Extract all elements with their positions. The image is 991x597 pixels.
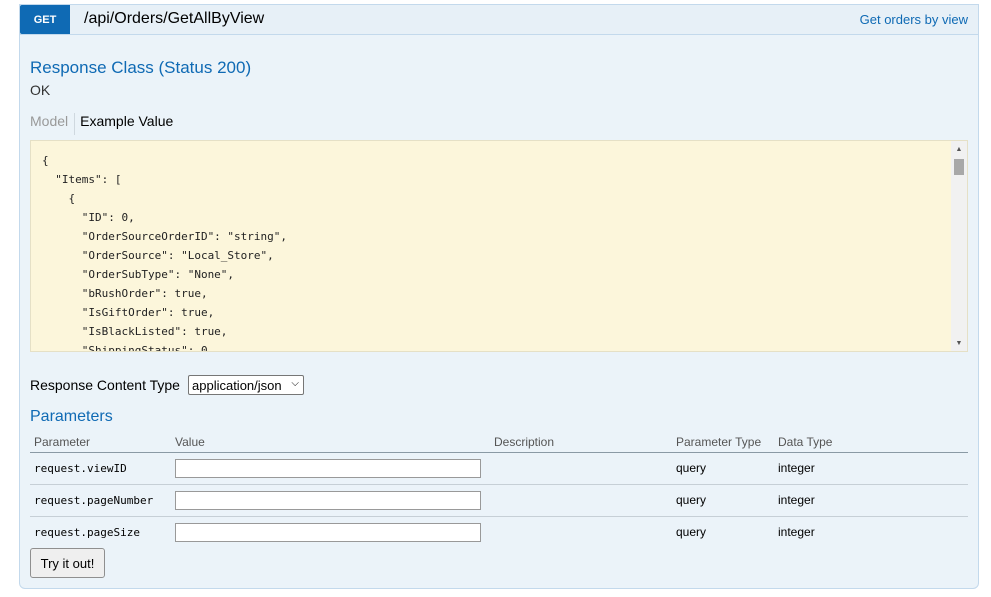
col-parameter: Parameter: [30, 433, 171, 453]
param-name: request.pageSize: [34, 525, 140, 539]
param-name: request.pageNumber: [30, 484, 171, 517]
col-value: Value: [171, 433, 490, 453]
param-data-type: integer: [774, 452, 968, 485]
endpoint-summary-link[interactable]: Get orders by view: [860, 12, 968, 27]
response-class-heading: Response Class (Status 200): [30, 58, 252, 77]
parameters-heading: Parameters: [30, 408, 113, 425]
model-tabs: Model Example Value: [30, 113, 173, 135]
response-status-text: OK: [30, 82, 51, 98]
col-data-type: Data Type: [774, 433, 968, 453]
col-description: Description: [490, 433, 672, 453]
endpoint-path[interactable]: /api/Orders/GetAllByView: [84, 10, 264, 28]
operation-heading[interactable]: GET /api/Orders/GetAllByView Get orders …: [20, 5, 978, 35]
param-description: [490, 452, 672, 485]
response-content-type-select[interactable]: application/json ⌵: [188, 375, 304, 395]
try-it-out-button[interactable]: Try it out!: [30, 548, 105, 578]
pagenumber-input[interactable]: [175, 490, 481, 510]
pagesize-input[interactable]: [175, 522, 481, 542]
param-description: [490, 484, 672, 517]
parameters-header-row: Parameter Value Description Parameter Ty…: [30, 433, 968, 453]
scroll-down-icon[interactable]: ▼: [951, 336, 967, 350]
tab-example-value[interactable]: Example Value: [75, 113, 173, 135]
http-method-badge[interactable]: GET: [20, 5, 70, 34]
param-data-type: integer: [778, 525, 815, 540]
scroll-up-icon[interactable]: ▲: [951, 142, 967, 156]
col-parameter-type: Parameter Type: [672, 433, 774, 453]
response-content-type-label: Response Content Type: [30, 377, 180, 393]
scroll-thumb[interactable]: [954, 159, 964, 175]
param-type: query: [676, 525, 707, 540]
viewid-input[interactable]: [175, 458, 481, 478]
tab-model[interactable]: Model: [30, 113, 76, 135]
param-type: query: [672, 452, 774, 485]
example-json: { "Items": [ { "ID": 0, "OrderSourceOrde…: [42, 154, 288, 352]
response-content-type-value: application/json: [192, 377, 282, 393]
code-scrollbar[interactable]: ▲ ▼: [951, 141, 967, 351]
parameters-table: Parameter Value Description Parameter Ty…: [30, 433, 968, 548]
operation-panel: GET /api/Orders/GetAllByView Get orders …: [19, 4, 979, 589]
param-type: query: [672, 484, 774, 517]
table-row: request.viewID query integer: [30, 452, 968, 485]
table-row: request.pageSize query integer: [30, 516, 968, 548]
chevron-down-icon: ⌵: [291, 378, 299, 389]
example-value-box[interactable]: { "Items": [ { "ID": 0, "OrderSourceOrde…: [30, 140, 968, 352]
param-value-cell: [171, 452, 490, 485]
param-name: request.viewID: [30, 452, 171, 485]
param-value-cell: [171, 516, 490, 548]
param-value-cell: [171, 484, 490, 517]
param-data-type: integer: [774, 484, 968, 517]
param-description: [490, 516, 672, 548]
table-row: request.pageNumber query integer: [30, 484, 968, 517]
